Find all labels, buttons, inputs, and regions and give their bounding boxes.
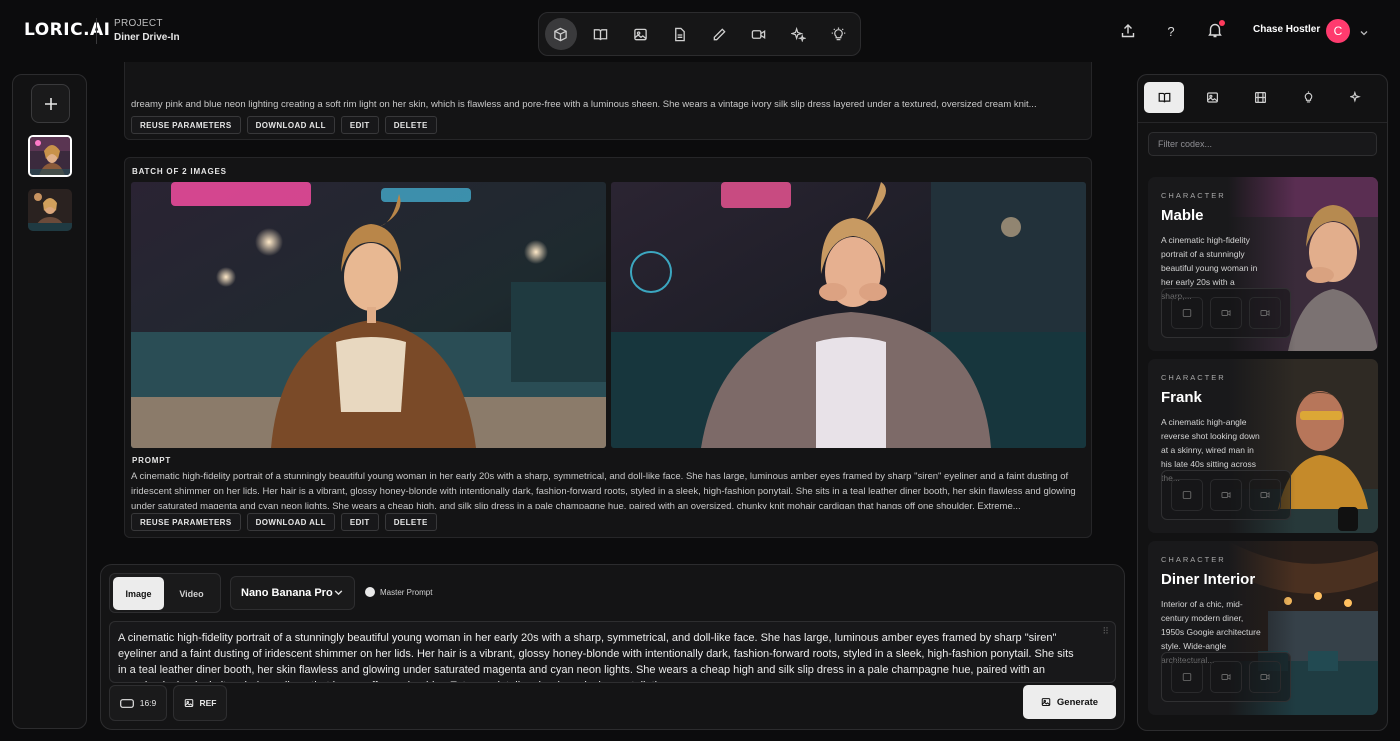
help-icon[interactable]: ? [1160,20,1182,42]
edit-button[interactable]: EDIT [340,116,379,134]
prompt-input[interactable]: A cinematic high-fidelity portrait of a … [109,621,1116,683]
codex-card[interactable]: CHARACTER Frank A cinematic high-angle r… [1148,359,1378,533]
delete-button[interactable]: DELETE [384,513,437,531]
prompt-input-text: A cinematic high-fidelity portrait of a … [118,632,1074,682]
image-slot-icon[interactable] [1171,297,1204,329]
chevron-down-icon[interactable] [1359,25,1369,43]
aspect-ratio-icon [119,698,134,708]
download-all-button[interactable]: DOWNLOAD ALL [246,513,335,531]
codex-tabs [1144,82,1381,114]
plus-icon [44,97,57,110]
video-slot-icon[interactable] [1209,297,1242,329]
codex-media-slots [1161,652,1291,702]
image-icon [184,699,193,707]
codex-name: Diner Interior [1161,571,1256,588]
video-mode-tab[interactable]: Video [166,577,217,610]
sparkle-icon[interactable] [783,18,815,50]
aspect-ratio-label: 16:9 [139,698,157,708]
upload-icon[interactable] [1117,20,1139,42]
mode-toggle: Image Video [109,573,221,613]
reuse-parameters-button[interactable]: REUSE PARAMETERS [131,513,241,531]
model-select[interactable]: Nano Banana Pro [230,576,355,610]
video-slot-icon[interactable] [1209,661,1242,693]
toggle-indicator [365,587,375,597]
bulb-icon[interactable] [822,18,854,50]
image-icon[interactable] [624,18,656,50]
notification-dot [1219,20,1225,26]
video-slot-icon[interactable] [1248,297,1281,329]
book-icon[interactable] [585,18,617,50]
card-actions: REUSE PARAMETERS DOWNLOAD ALL EDIT DELET… [131,513,437,531]
codex-media-slots [1161,470,1291,520]
reference-label: REF [199,698,217,708]
history-thumbnail[interactable] [28,189,72,231]
codex-type: CHARACTER [1161,373,1226,382]
sparkle-icon[interactable] [1337,82,1377,113]
codex-type: CHARACTER [1161,191,1226,200]
codex-card[interactable]: CHARACTER Diner Interior Interior of a c… [1148,541,1378,715]
video-slot-icon[interactable] [1209,479,1242,511]
bulb-icon[interactable] [1289,82,1329,113]
history-thumbnail[interactable] [28,135,72,177]
reuse-parameters-button[interactable]: REUSE PARAMETERS [131,116,241,134]
history-sidebar [12,74,87,729]
codex-filter-input[interactable]: Filter codex... [1148,132,1377,156]
chevron-down-icon [333,587,344,601]
generated-image[interactable] [611,182,1086,448]
avatar[interactable]: C [1326,19,1350,43]
video-slot-icon[interactable] [1248,661,1281,693]
image-icon [1041,698,1051,706]
generation-card: dreamy pink and blue neon lighting creat… [124,62,1092,140]
document-icon[interactable] [664,18,696,50]
resize-grip-icon[interactable]: ⠿ [1102,626,1109,637]
app-logo[interactable]: LORIC.AI [24,20,111,40]
project-name[interactable]: Diner Drive-In [114,32,180,43]
prompt-text: A cinematic high-fidelity portrait of a … [131,471,1076,509]
codex-panel: Filter codex... CHARACTER Mable A cinema… [1137,74,1388,731]
master-prompt-toggle[interactable]: Master Prompt [365,587,432,597]
film-icon[interactable] [1240,82,1280,113]
reference-button[interactable]: REF [173,685,227,721]
prompt-label: PROMPT [132,456,172,465]
cube-icon[interactable] [545,18,577,50]
image-slot-icon[interactable] [1171,479,1204,511]
generate-label: Generate [1056,696,1099,708]
aspect-ratio-button[interactable]: 16:9 [109,685,167,721]
codex-card[interactable]: CHARACTER Mable A cinematic high-fidelit… [1148,177,1378,351]
divider [1138,122,1387,123]
user-name[interactable]: Chase Hostler [1253,24,1320,35]
add-button[interactable] [31,84,70,123]
edit-button[interactable]: EDIT [340,513,379,531]
divider [96,18,97,44]
prompt-text: dreamy pink and blue neon lighting creat… [131,99,1037,110]
top-bar: LORIC.AI PROJECT Diner Drive-In ? Chase … [0,0,1400,62]
prompt-composer: Image Video Nano Banana Pro Master Promp… [100,564,1125,730]
image-icon[interactable] [1192,82,1232,113]
card-actions: REUSE PARAMETERS DOWNLOAD ALL EDIT DELET… [131,116,437,134]
model-name: Nano Banana Pro [241,587,333,599]
generated-image[interactable] [131,182,606,448]
image-slot-icon[interactable] [1171,661,1204,693]
codex-name: Frank [1161,389,1202,406]
video-slot-icon[interactable] [1248,479,1281,511]
codex-type: CHARACTER [1161,555,1226,564]
codex-name: Mable [1161,207,1204,224]
generation-card: BATCH OF 2 IMAGES PROMPT A cinematic hig… [124,157,1092,538]
download-all-button[interactable]: DOWNLOAD ALL [246,116,335,134]
bell-icon[interactable] [1204,19,1226,41]
image-mode-tab[interactable]: Image [113,577,164,610]
video-icon[interactable] [743,18,775,50]
pencil-icon[interactable] [704,18,736,50]
master-prompt-label: Master Prompt [380,587,433,597]
generate-button[interactable]: Generate [1023,685,1116,719]
project-label: PROJECT [114,18,163,29]
delete-button[interactable]: DELETE [384,116,437,134]
batch-label: BATCH OF 2 IMAGES [132,167,227,176]
book-icon[interactable] [1144,82,1185,113]
codex-media-slots [1161,288,1291,338]
tool-switcher [538,12,861,56]
generation-feed: dreamy pink and blue neon lighting creat… [98,62,1128,562]
